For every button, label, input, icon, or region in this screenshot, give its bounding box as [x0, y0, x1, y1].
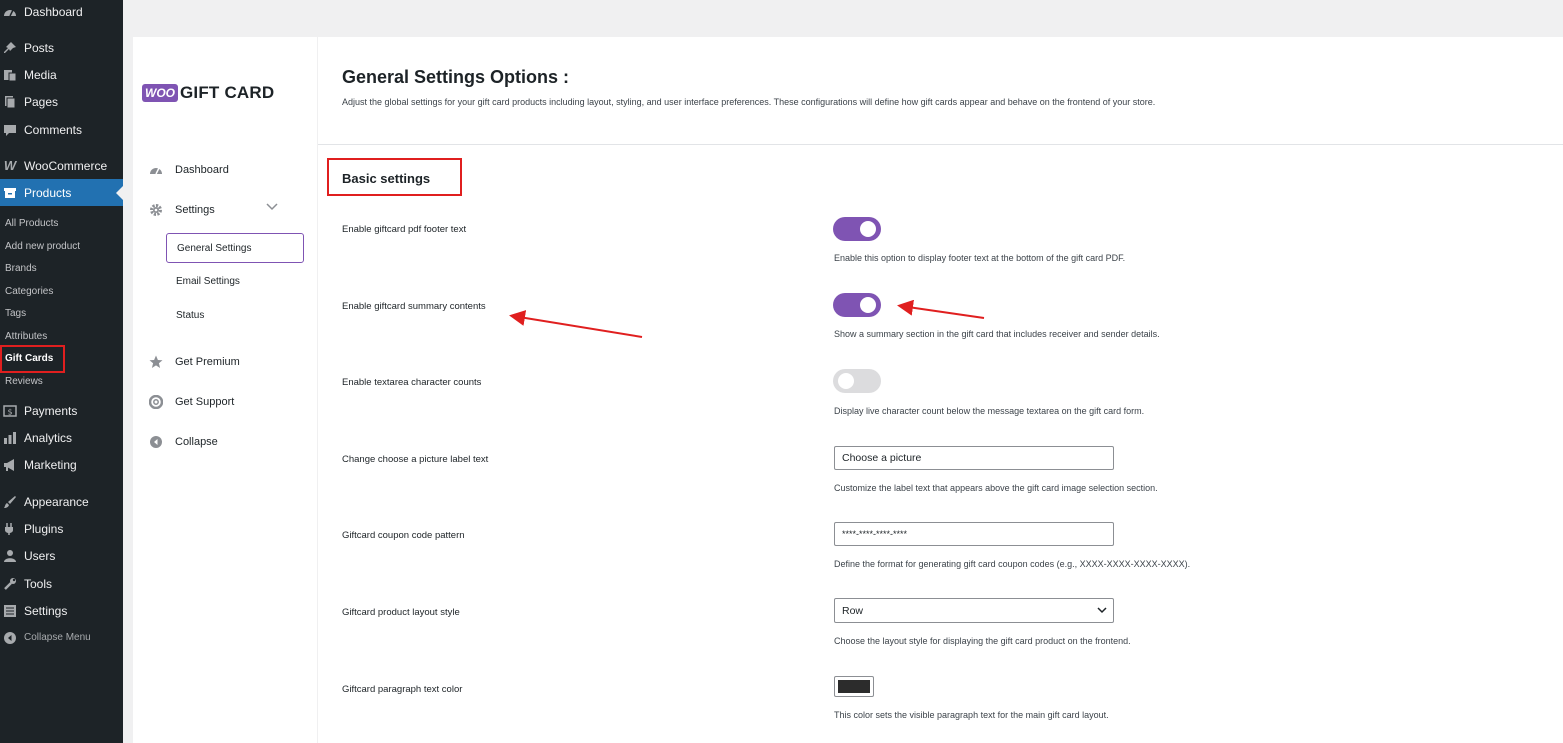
setting-label-pdf-footer: Enable giftcard pdf footer text	[342, 224, 467, 235]
dashboard-icon	[2, 4, 18, 20]
pages-icon	[2, 94, 18, 110]
summary-toggle[interactable]	[833, 293, 881, 317]
collapse-icon	[2, 630, 18, 646]
pin-icon	[2, 40, 18, 56]
media-icon	[2, 67, 18, 83]
layout-style-select[interactable]: Row	[834, 598, 1114, 623]
color-swatch-fill	[838, 680, 870, 693]
plugin-nav-email-settings[interactable]: Email Settings	[176, 276, 240, 287]
marketing-icon	[2, 457, 18, 473]
menu-dashboard[interactable]: Dashboard	[0, 0, 123, 25]
setting-help-coupon-pattern: Define the format for generating gift ca…	[834, 559, 1191, 569]
plugin-nav: WOO GIFT CARD Dashboard Settings General…	[133, 37, 317, 743]
gear-icon	[148, 202, 164, 218]
page-title: General Settings Options :	[342, 67, 570, 87]
logo-text: GIFT CARD	[180, 83, 275, 102]
menu-woocommerce[interactable]: W WooCommerce	[0, 152, 123, 179]
plugin-nav-get-support[interactable]: Get Support	[148, 394, 234, 410]
toggle-knob	[838, 373, 854, 389]
submenu-attributes[interactable]: Attributes	[0, 325, 123, 347]
settings-icon	[2, 603, 18, 619]
plugins-icon	[2, 521, 18, 537]
users-icon	[2, 548, 18, 564]
menu-collapse[interactable]: Collapse Menu	[0, 624, 123, 651]
chevron-down-icon	[1097, 607, 1107, 614]
menu-appearance[interactable]: Appearance	[0, 488, 123, 515]
settings-content: General Settings Options : Adjust the gl…	[317, 37, 1563, 743]
collapse-icon	[148, 434, 164, 450]
menu-products[interactable]: Products	[0, 179, 123, 206]
char-counts-toggle[interactable]	[833, 369, 881, 393]
setting-label-layout-style: Giftcard product layout style	[342, 607, 460, 618]
setting-help-summary: Show a summary section in the gift card …	[834, 329, 1160, 339]
picture-label-input[interactable]: Choose a picture	[834, 446, 1114, 470]
highlight-box-basic-settings	[327, 158, 462, 196]
chevron-down-icon[interactable]	[266, 202, 278, 214]
menu-marketing[interactable]: Marketing	[0, 451, 123, 478]
setting-help-pdf-footer: Enable this option to display footer tex…	[834, 253, 1126, 263]
menu-tools[interactable]: Tools	[0, 570, 123, 597]
analytics-icon	[2, 430, 18, 446]
plugin-logo: WOO GIFT CARD	[142, 83, 274, 103]
setting-label-summary: Enable giftcard summary contents	[342, 301, 486, 312]
divider	[318, 144, 1563, 145]
admin-sidebar: Dashboard Posts Media Pages Comments W W…	[0, 0, 123, 743]
setting-help-paragraph-color: This color sets the visible paragraph te…	[834, 710, 1109, 720]
plugin-nav-general-settings[interactable]: General Settings	[166, 233, 304, 263]
pdf-footer-toggle[interactable]	[833, 217, 881, 241]
submenu-reviews[interactable]: Reviews	[0, 370, 123, 392]
menu-plugins[interactable]: Plugins	[0, 515, 123, 542]
plugin-nav-collapse[interactable]: Collapse	[148, 434, 218, 450]
logo-badge: WOO	[142, 84, 178, 102]
plugin-nav-get-premium[interactable]: Get Premium	[148, 354, 240, 370]
menu-pages[interactable]: Pages	[0, 88, 123, 115]
setting-label-picture-label: Change choose a picture label text	[342, 454, 489, 465]
setting-help-char-counts: Display live character count below the m…	[834, 406, 1145, 416]
menu-posts[interactable]: Posts	[0, 34, 123, 61]
dashboard-icon	[148, 162, 164, 178]
tools-icon	[2, 576, 18, 592]
plugin-nav-dashboard[interactable]: Dashboard	[148, 162, 229, 178]
coupon-pattern-input[interactable]: ****-****-****-****	[834, 522, 1114, 546]
submenu-brands[interactable]: Brands	[0, 257, 123, 279]
payments-icon: $	[2, 403, 18, 419]
comment-icon	[2, 122, 18, 138]
products-icon	[2, 185, 18, 201]
setting-label-char-counts: Enable textarea character counts	[342, 377, 482, 388]
star-icon	[148, 354, 164, 370]
setting-label-paragraph-color: Giftcard paragraph text color	[342, 684, 463, 695]
woo-icon: W	[3, 158, 17, 173]
setting-help-layout-style: Choose the layout style for displaying t…	[834, 636, 1131, 646]
toggle-knob	[860, 221, 876, 237]
submenu-tags[interactable]: Tags	[0, 302, 123, 324]
page-description: Adjust the global settings for your gift…	[342, 97, 1156, 107]
setting-label-coupon-pattern: Giftcard coupon code pattern	[342, 530, 465, 541]
submenu-all-products[interactable]: All Products	[0, 212, 123, 234]
menu-analytics[interactable]: Analytics	[0, 424, 123, 451]
plugin-nav-status[interactable]: Status	[176, 310, 204, 321]
menu-media[interactable]: Media	[0, 61, 123, 88]
toggle-knob	[860, 297, 876, 313]
appearance-icon	[2, 494, 18, 510]
svg-text:$: $	[7, 407, 12, 416]
plugin-nav-settings[interactable]: Settings	[148, 202, 298, 218]
menu-users[interactable]: Users	[0, 542, 123, 569]
layout-style-value: Row	[842, 604, 864, 617]
submenu-categories[interactable]: Categories	[0, 280, 123, 302]
menu-comments[interactable]: Comments	[0, 116, 123, 143]
menu-settings[interactable]: Settings	[0, 597, 123, 624]
menu-payments[interactable]: $ Payments	[0, 397, 123, 424]
setting-help-picture-label: Customize the label text that appears ab…	[834, 483, 1158, 493]
support-icon	[148, 394, 164, 410]
submenu-add-new-product[interactable]: Add new product	[0, 235, 123, 257]
highlight-box-gift-cards	[0, 345, 65, 373]
paragraph-color-picker[interactable]	[834, 676, 874, 697]
